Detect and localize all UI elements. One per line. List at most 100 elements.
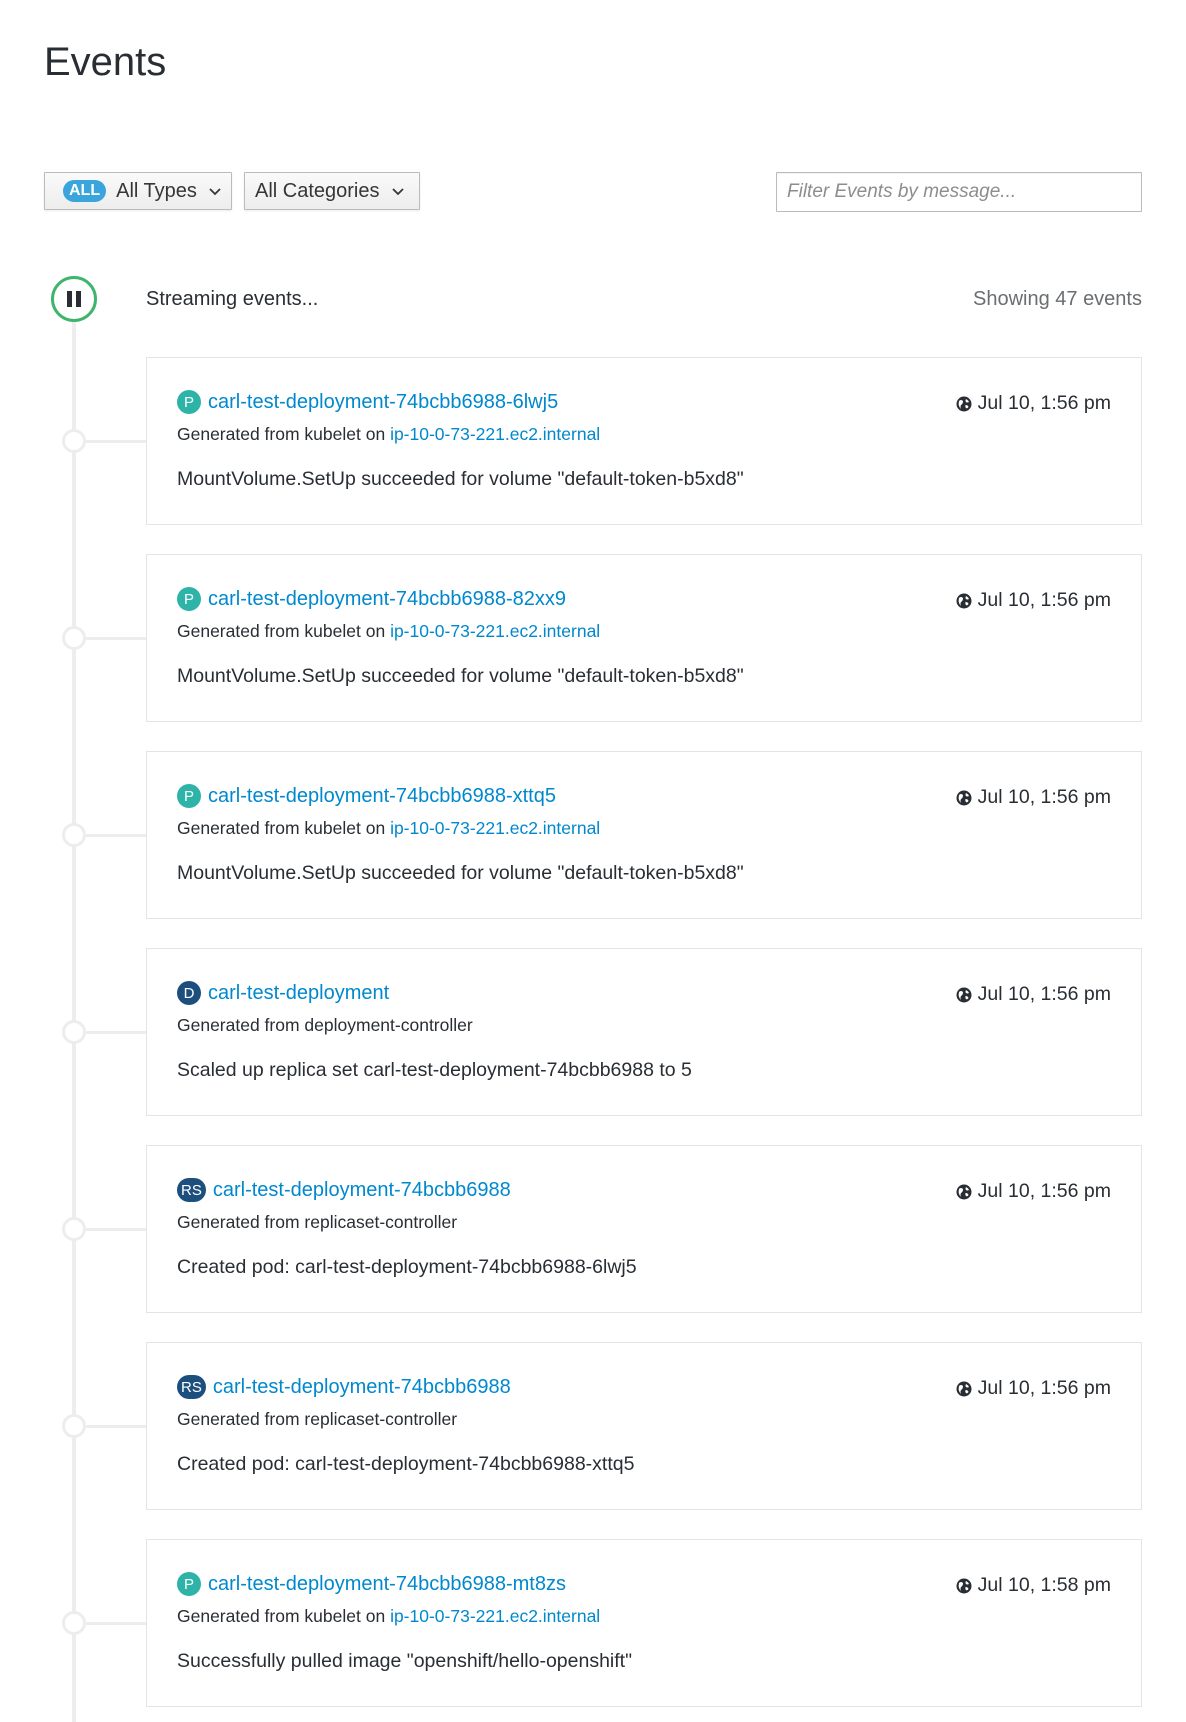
event-card: P carl-test-deployment-74bcbb6988-6lwj5 …	[146, 357, 1142, 525]
event-source: Generated from deployment-controller	[177, 1015, 473, 1036]
event-card: RS carl-test-deployment-74bcbb6988 Gener…	[146, 1145, 1142, 1313]
event-time-text: Jul 10, 1:56 pm	[977, 1377, 1111, 1399]
resource-link[interactable]: carl-test-deployment-74bcbb6988	[213, 1179, 511, 1202]
page-title: Events	[44, 40, 167, 84]
event-timestamp: Jul 10, 1:56 pm	[956, 1377, 1111, 1400]
all-badge: ALL	[63, 180, 107, 202]
resource-kind-badge: P	[177, 587, 201, 611]
resource-link[interactable]: carl-test-deployment	[208, 982, 389, 1005]
node-link[interactable]: ip-10-0-73-221.ec2.internal	[390, 424, 600, 444]
categories-dropdown[interactable]: All Categories	[244, 172, 420, 210]
resource-kind-badge: RS	[177, 1375, 206, 1399]
event-source: Generated from kubelet on ip-10-0-73-221…	[177, 818, 600, 839]
globe-icon	[956, 987, 972, 1002]
timeline-connector	[86, 1622, 146, 1625]
timeline-connector	[86, 834, 146, 837]
event-time-text: Jul 10, 1:58 pm	[977, 1574, 1111, 1596]
event-resource: D carl-test-deployment	[177, 981, 389, 1005]
event-timestamp: Jul 10, 1:56 pm	[956, 786, 1111, 809]
filter-events-input[interactable]	[776, 172, 1142, 212]
event-source: Generated from kubelet on ip-10-0-73-221…	[177, 621, 600, 642]
streaming-status: Streaming events...	[146, 288, 319, 310]
event-card: P carl-test-deployment-74bcbb6988-mt8zs …	[146, 1539, 1142, 1707]
node-link[interactable]: ip-10-0-73-221.ec2.internal	[390, 818, 600, 838]
resource-kind-badge: P	[177, 784, 201, 808]
event-message: Created pod: carl-test-deployment-74bcbb…	[177, 1256, 637, 1278]
globe-icon	[956, 1381, 972, 1396]
pause-icon	[67, 291, 72, 307]
globe-icon	[956, 1578, 972, 1593]
event-resource: RS carl-test-deployment-74bcbb6988	[177, 1375, 511, 1399]
node-link[interactable]: ip-10-0-73-221.ec2.internal	[390, 621, 600, 641]
resource-link[interactable]: carl-test-deployment-74bcbb6988	[213, 1376, 511, 1399]
event-card: P carl-test-deployment-74bcbb6988-82xx9 …	[146, 554, 1142, 722]
event-time-text: Jul 10, 1:56 pm	[977, 786, 1111, 808]
event-source-text: Generated from kubelet on	[177, 1606, 386, 1626]
globe-icon	[956, 396, 972, 411]
timeline-node	[62, 823, 86, 847]
event-card: P carl-test-deployment-74bcbb6988-xttq5 …	[146, 751, 1142, 919]
event-message: Scaled up replica set carl-test-deployme…	[177, 1059, 692, 1081]
resource-link[interactable]: carl-test-deployment-74bcbb6988-6lwj5	[208, 391, 558, 414]
event-timestamp: Jul 10, 1:56 pm	[956, 1180, 1111, 1203]
types-dropdown[interactable]: ALL All Types	[44, 172, 232, 210]
timeline-node	[62, 429, 86, 453]
event-card: D carl-test-deployment Generated from de…	[146, 948, 1142, 1116]
event-message: MountVolume.SetUp succeeded for volume "…	[177, 862, 744, 884]
event-source-text: Generated from kubelet on	[177, 818, 386, 838]
globe-icon	[956, 1184, 972, 1199]
event-resource: P carl-test-deployment-74bcbb6988-6lwj5	[177, 390, 558, 414]
resource-link[interactable]: carl-test-deployment-74bcbb6988-xttq5	[208, 785, 556, 808]
event-resource: P carl-test-deployment-74bcbb6988-mt8zs	[177, 1572, 566, 1596]
timeline-node	[62, 1020, 86, 1044]
event-resource: RS carl-test-deployment-74bcbb6988	[177, 1178, 511, 1202]
chevron-down-icon	[391, 183, 404, 199]
event-source-text: Generated from deployment-controller	[177, 1015, 473, 1035]
event-time-text: Jul 10, 1:56 pm	[977, 589, 1111, 611]
resource-link[interactable]: carl-test-deployment-74bcbb6988-mt8zs	[208, 1573, 566, 1596]
timeline-connector	[86, 1031, 146, 1034]
resource-kind-badge: RS	[177, 1178, 206, 1202]
timeline-node	[62, 626, 86, 650]
categories-dropdown-label: All Categories	[255, 179, 380, 202]
globe-icon	[956, 593, 972, 608]
types-dropdown-label: All Types	[116, 179, 197, 202]
event-timestamp: Jul 10, 1:58 pm	[956, 1574, 1111, 1597]
timeline-connector	[86, 1425, 146, 1428]
event-timestamp: Jul 10, 1:56 pm	[956, 392, 1111, 415]
timeline-connector	[86, 1228, 146, 1231]
event-message: MountVolume.SetUp succeeded for volume "…	[177, 665, 744, 687]
event-time-text: Jul 10, 1:56 pm	[977, 392, 1111, 414]
event-source-text: Generated from kubelet on	[177, 424, 386, 444]
timeline-connector	[86, 637, 146, 640]
timeline-connector	[86, 440, 146, 443]
event-source: Generated from replicaset-controller	[177, 1409, 457, 1430]
event-source: Generated from kubelet on ip-10-0-73-221…	[177, 424, 600, 445]
event-resource: P carl-test-deployment-74bcbb6988-xttq5	[177, 784, 556, 808]
event-message: MountVolume.SetUp succeeded for volume "…	[177, 468, 744, 490]
event-message: Successfully pulled image "openshift/hel…	[177, 1650, 633, 1672]
event-filter-toolbar: ALL All Types All Categories	[44, 172, 1142, 212]
pause-icon-bar	[76, 291, 81, 307]
resource-kind-badge: P	[177, 390, 201, 414]
event-source: Generated from replicaset-controller	[177, 1212, 457, 1233]
pause-streaming-button[interactable]	[51, 276, 97, 322]
timeline-node	[62, 1414, 86, 1438]
event-source: Generated from kubelet on ip-10-0-73-221…	[177, 1606, 600, 1627]
event-timestamp: Jul 10, 1:56 pm	[956, 983, 1111, 1006]
event-time-text: Jul 10, 1:56 pm	[977, 983, 1111, 1005]
resource-link[interactable]: carl-test-deployment-74bcbb6988-82xx9	[208, 588, 566, 611]
chevron-down-icon	[209, 183, 221, 199]
resource-kind-badge: D	[177, 981, 201, 1005]
node-link[interactable]: ip-10-0-73-221.ec2.internal	[390, 1606, 600, 1626]
event-card: RS carl-test-deployment-74bcbb6988 Gener…	[146, 1342, 1142, 1510]
event-source-text: Generated from replicaset-controller	[177, 1212, 458, 1232]
event-message: Created pod: carl-test-deployment-74bcbb…	[177, 1453, 635, 1475]
timeline-node	[62, 1217, 86, 1241]
timeline-node	[62, 1611, 86, 1635]
event-count: Showing 47 events	[972, 288, 1142, 310]
event-resource: P carl-test-deployment-74bcbb6988-82xx9	[177, 587, 566, 611]
globe-icon	[956, 790, 972, 805]
resource-kind-badge: P	[177, 1572, 201, 1596]
event-source-text: Generated from replicaset-controller	[177, 1409, 458, 1429]
